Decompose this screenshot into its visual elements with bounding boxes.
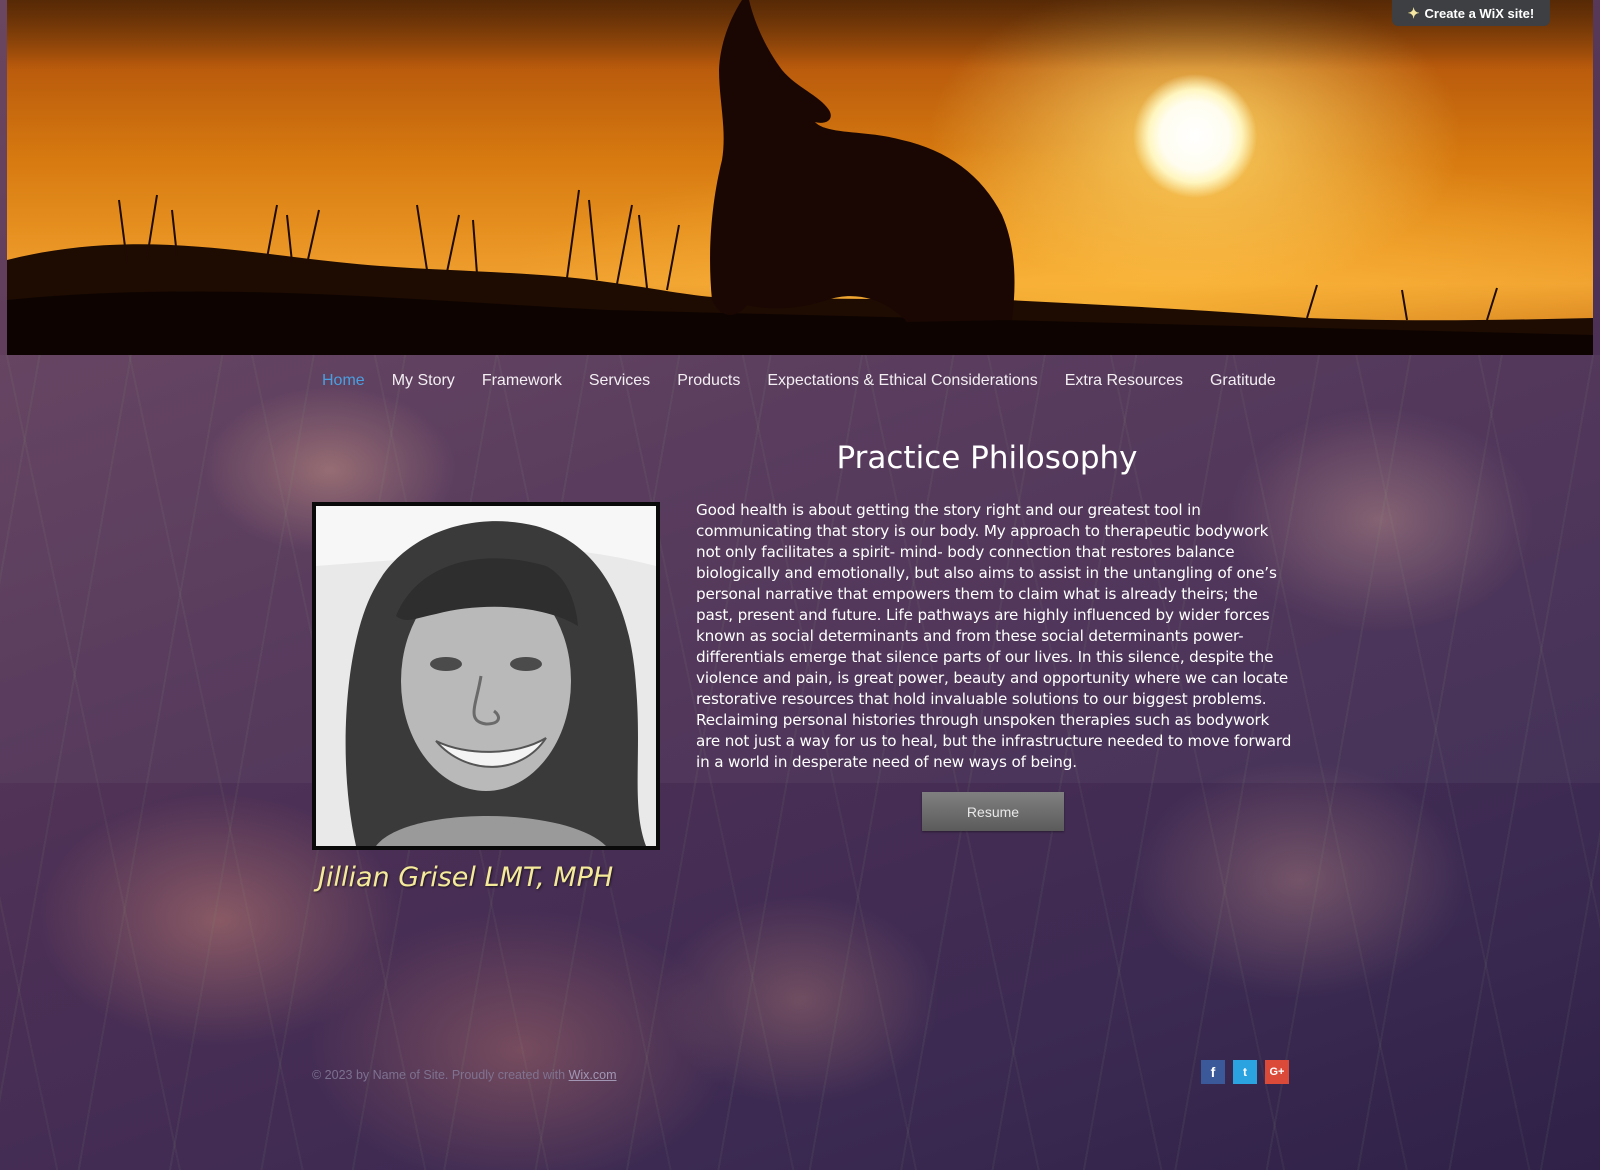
wix-star-icon: ✦ (1407, 4, 1420, 21)
wix-link[interactable]: Wix.com (569, 1068, 617, 1082)
footer-copyright: © 2023 by Name of Site. Proudly created … (312, 1068, 616, 1082)
nav-item-expectations[interactable]: Expectations & Ethical Considerations (767, 372, 1037, 390)
footer-copyright-text: © 2023 by Name of Site. Proudly created … (312, 1068, 569, 1082)
nav-item-my-story[interactable]: My Story (392, 372, 455, 390)
nav-item-services[interactable]: Services (589, 372, 650, 390)
nav-item-products[interactable]: Products (677, 372, 740, 390)
philosophy-paragraph: Good health is about getting the story r… (696, 501, 1292, 771)
nav-item-gratitude[interactable]: Gratitude (1210, 372, 1276, 390)
nav-item-home[interactable]: Home (322, 372, 365, 390)
practitioner-name: Jillian Grisel LMT, MPH (318, 862, 614, 893)
nav-item-framework[interactable]: Framework (482, 372, 562, 390)
nav-item-extra-resources[interactable]: Extra Resources (1065, 372, 1183, 390)
social-bar: f t G+ (1201, 1060, 1289, 1084)
wix-badge-label: Create a WiX site! (1424, 5, 1535, 21)
google-plus-icon[interactable]: G+ (1265, 1060, 1289, 1084)
create-wix-site-button[interactable]: ✦ Create a WiX site! (1392, 0, 1550, 26)
wolf-silhouette-illustration (7, 0, 1593, 355)
page-title: Practice Philosophy (836, 440, 1138, 476)
resume-button[interactable]: Resume (922, 792, 1064, 831)
portrait-image (316, 506, 656, 846)
header-banner-image (7, 0, 1593, 355)
facebook-icon[interactable]: f (1201, 1060, 1225, 1084)
main-nav: Home My Story Framework Services Product… (322, 368, 1303, 394)
portrait-photo (312, 502, 660, 850)
twitter-icon[interactable]: t (1233, 1060, 1257, 1084)
